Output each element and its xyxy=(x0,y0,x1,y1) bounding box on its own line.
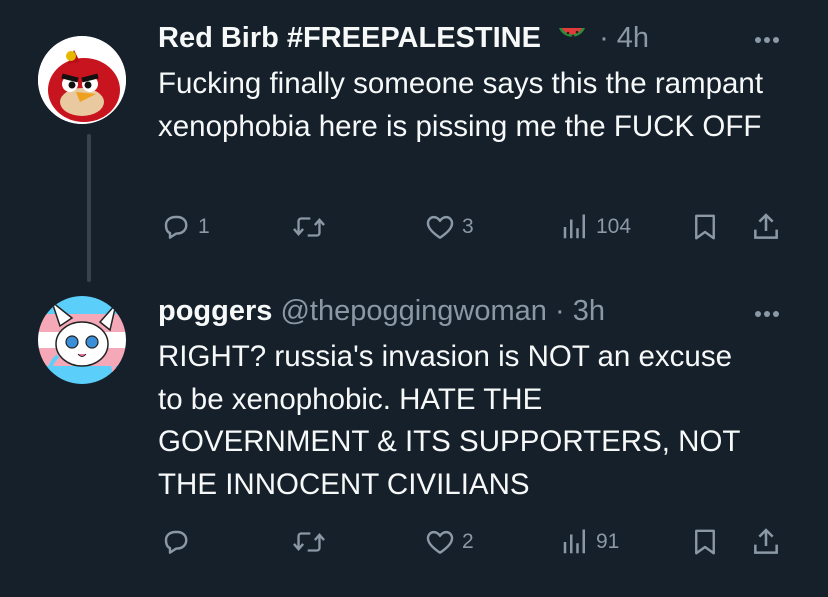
more-options-button[interactable] xyxy=(750,30,784,50)
reply-button[interactable] xyxy=(160,522,198,562)
red-bird-avatar-icon xyxy=(38,36,126,124)
like-count: 2 xyxy=(462,530,474,553)
display-name[interactable]: Red Birb #FREEPALESTINE xyxy=(158,22,541,54)
more-icon xyxy=(755,311,779,317)
like-button[interactable]: 2 xyxy=(424,522,474,562)
tweet-1-header: Red Birb #FREEPALESTINE · 4h xyxy=(158,21,649,58)
retweet-button[interactable] xyxy=(292,207,332,247)
share-icon xyxy=(754,213,778,239)
reply-count: 1 xyxy=(198,215,210,238)
avatar-poggers[interactable] xyxy=(38,296,126,384)
tweet-2[interactable]: poggers @thepoggingwoman · 3h RIGHT? rus… xyxy=(0,290,828,597)
more-options-button[interactable] xyxy=(750,304,784,324)
like-icon xyxy=(426,215,454,239)
more-icon xyxy=(755,37,779,43)
retweet-icon xyxy=(293,217,325,237)
tweet-text: Fucking finally someone says this the ra… xyxy=(158,67,764,143)
bookmark-icon xyxy=(695,214,715,240)
display-name[interactable]: poggers xyxy=(158,295,272,327)
like-button[interactable]: 3 xyxy=(424,207,474,247)
tweet-text: RIGHT? russia's invasion is NOT an excus… xyxy=(158,340,740,501)
share-button[interactable] xyxy=(750,207,782,247)
handle[interactable]: @thepoggingwoman xyxy=(280,295,546,327)
bookmark-icon xyxy=(695,529,715,555)
like-count: 3 xyxy=(462,215,474,238)
watermelon-emoji-icon xyxy=(557,22,587,58)
view-count: 91 xyxy=(596,530,620,553)
views-button[interactable]: 104 xyxy=(560,207,631,247)
reply-icon xyxy=(164,215,188,239)
avatar-red-birb[interactable] xyxy=(38,36,126,124)
bookmark-button[interactable] xyxy=(690,207,720,247)
reply-button[interactable]: 1 xyxy=(160,207,210,247)
bookmark-button[interactable] xyxy=(690,522,720,562)
views-button[interactable]: 91 xyxy=(560,522,619,562)
view-count: 104 xyxy=(596,215,632,238)
retweet-icon xyxy=(293,532,325,552)
sylveon-trans-flag-avatar-icon xyxy=(38,296,126,384)
views-icon xyxy=(563,214,585,239)
share-button[interactable] xyxy=(750,522,782,562)
like-icon xyxy=(426,530,454,554)
tweet-time[interactable]: · 3h xyxy=(555,295,605,327)
retweet-button[interactable] xyxy=(292,522,332,562)
share-icon xyxy=(754,528,778,554)
tweet-time[interactable]: · 4h xyxy=(599,22,649,54)
reply-icon xyxy=(164,530,188,554)
tweet-1-actions: 1 3 104 xyxy=(0,207,828,247)
tweet-2-actions: 2 91 xyxy=(0,522,828,562)
views-icon xyxy=(563,529,585,554)
tweet-1[interactable]: Red Birb #FREEPALESTINE · 4h Fucking fin… xyxy=(0,0,828,290)
tweet-2-header: poggers @thepoggingwoman · 3h xyxy=(158,294,605,328)
